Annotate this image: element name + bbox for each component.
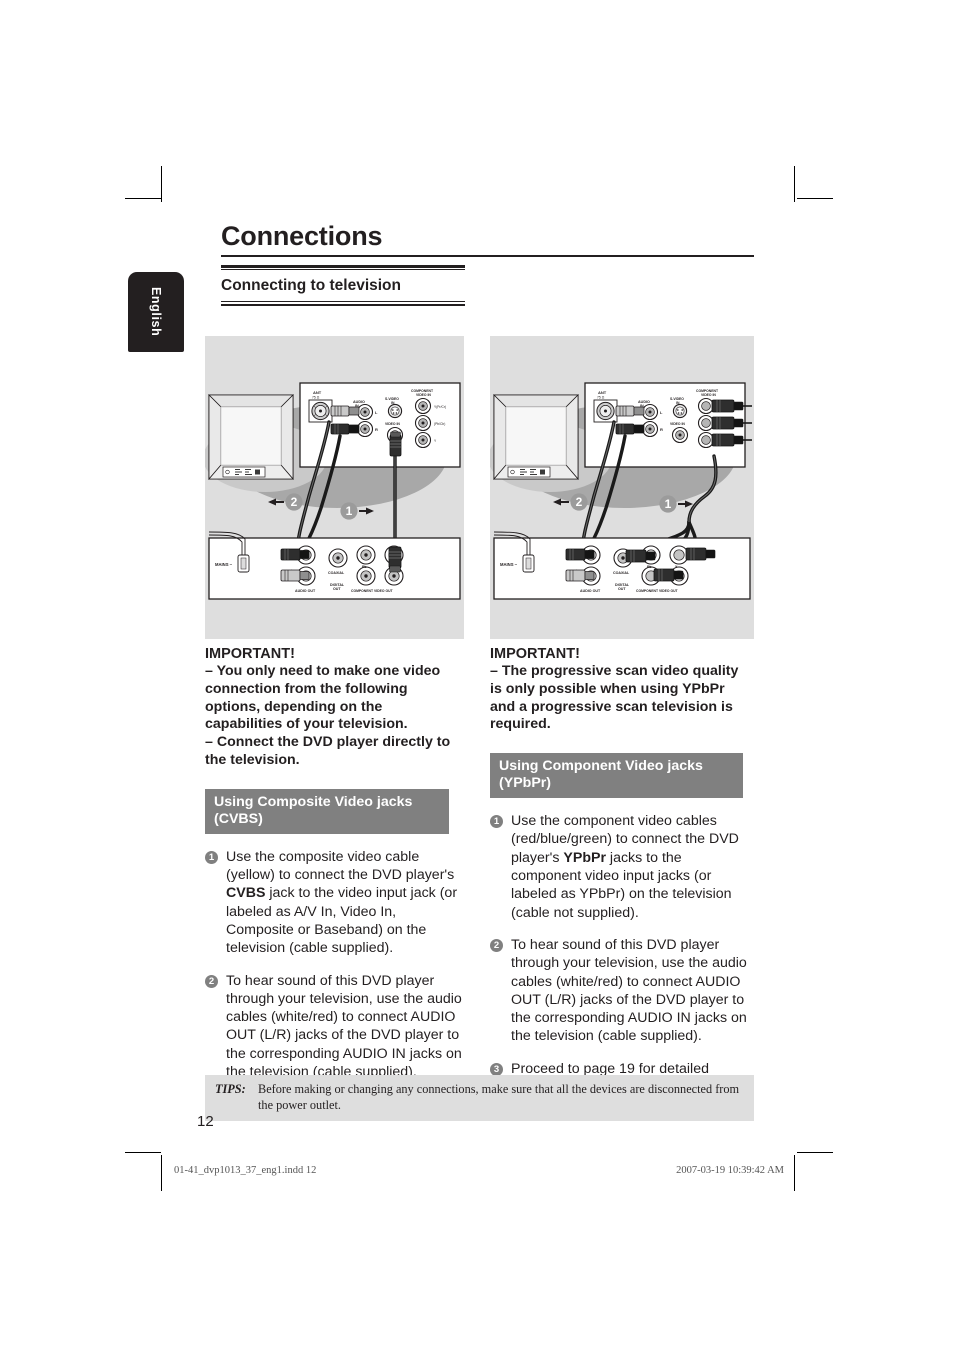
step-text: To hear sound of this DVD player through… bbox=[511, 936, 747, 1045]
section-heading: Connecting to television bbox=[221, 277, 401, 294]
step-item: 2 To hear sound of this DVD player throug… bbox=[490, 936, 748, 1046]
step-text-emphasis: YPbPr bbox=[563, 849, 606, 866]
dvd-player-rear-panel: MAINS ~ AUDIO OUT L COAXIAL DIGITAL OUT … bbox=[493, 531, 751, 600]
svg-text:COAXIAL: COAXIAL bbox=[328, 571, 345, 575]
svg-text:COAXIAL: COAXIAL bbox=[613, 571, 630, 575]
step-number-badge: 2 bbox=[205, 974, 218, 988]
audio-plug-black-player bbox=[280, 548, 310, 561]
svg-text:OUT: OUT bbox=[618, 587, 626, 591]
language-tab: English bbox=[128, 272, 184, 352]
step-item: 1 Use the composite video cable (yellow) … bbox=[205, 848, 463, 958]
crop-mark-top-left-vertical bbox=[161, 166, 162, 202]
audio-plug-black-tv bbox=[330, 423, 360, 435]
footer-filename: 01-41_dvp1013_37_eng1.indd 12 bbox=[174, 1165, 317, 1176]
svg-text:VIDEO IN: VIDEO IN bbox=[670, 422, 685, 426]
step-item: 1 Use the component video cables (red/blu… bbox=[490, 812, 748, 922]
footer-timestamp: 2007-03-19 10:39:42 AM bbox=[676, 1165, 784, 1176]
svg-text:Y(Pr/Cr): Y(Pr/Cr) bbox=[434, 405, 446, 409]
important-body-left: – You only need to make one video connec… bbox=[205, 663, 451, 768]
svg-text:Pb: Pb bbox=[362, 565, 367, 569]
svg-text:ANT: ANT bbox=[598, 390, 607, 395]
video-plug-tv bbox=[389, 431, 402, 457]
crop-mark-bottom-right-horizontal bbox=[797, 1152, 833, 1153]
tips-bar: TIPS: Before making or changing any conn… bbox=[205, 1075, 754, 1121]
svg-text:VIDEO IN: VIDEO IN bbox=[385, 422, 400, 426]
svg-text:ANT: ANT bbox=[313, 390, 322, 395]
step-number-badge: 1 bbox=[205, 850, 218, 864]
dvd-player-rear-panel: MAINS ~ AUDIO OUT L COAXIAL DIGITAL OUT bbox=[208, 531, 461, 600]
component-plug-player-pr bbox=[653, 568, 684, 582]
svg-text:MAINS ~: MAINS ~ bbox=[215, 562, 233, 567]
important-title-left: IMPORTANT! bbox=[205, 646, 295, 662]
title-rule bbox=[221, 255, 754, 257]
section-heading-block: Connecting to television bbox=[221, 265, 465, 306]
tips-label: TIPS: bbox=[215, 1082, 246, 1096]
component-plugs-tv bbox=[711, 399, 744, 447]
subsection-heading-composite: Using Composite Video jacks (CVBS) bbox=[205, 788, 449, 834]
page-title: Connections bbox=[221, 221, 383, 251]
step-text: Use the component video cables (red/blue… bbox=[511, 813, 739, 921]
step-item: 2 To hear sound of this DVD player throug… bbox=[205, 972, 463, 1082]
section-rule-bottom-thick bbox=[221, 303, 465, 306]
svg-text:1: 1 bbox=[346, 504, 353, 518]
tv-rear-panel: ANT 75 Ω AUDIO IN L R S-VIDEO IN VIDEO I… bbox=[299, 382, 461, 468]
television-illustration bbox=[208, 394, 294, 481]
step-text: To hear sound of this DVD player through… bbox=[226, 972, 462, 1081]
important-title-right: IMPORTANT! bbox=[490, 646, 580, 662]
component-plug-player-pb bbox=[625, 549, 656, 563]
svg-text:COMPONENT VIDEO OUT: COMPONENT VIDEO OUT bbox=[636, 589, 679, 593]
svg-text:MAINS ~: MAINS ~ bbox=[500, 562, 518, 567]
component-plug-player-y bbox=[685, 547, 716, 561]
audio-plug-black-player bbox=[565, 548, 595, 561]
svg-text:AUDIO OUT: AUDIO OUT bbox=[580, 589, 601, 593]
svg-text:R: R bbox=[375, 427, 378, 432]
svg-text:Pb: Pb bbox=[647, 565, 652, 569]
audio-plug-white-player bbox=[280, 569, 310, 582]
crop-mark-top-right-horizontal bbox=[797, 198, 833, 199]
steps-list-composite: 1 Use the composite video cable (yellow) … bbox=[205, 848, 463, 1082]
figure-component-video-connection: ANT 75 Ω AUDIO IN L R S-VIDEO IN VIDEO I… bbox=[490, 336, 754, 639]
svg-text:R: R bbox=[660, 427, 663, 432]
svg-text:AUDIO OUT: AUDIO OUT bbox=[295, 589, 316, 593]
svg-text:2: 2 bbox=[291, 495, 298, 509]
crop-mark-top-right-vertical bbox=[794, 166, 795, 202]
svg-text:75 Ω: 75 Ω bbox=[597, 396, 605, 400]
step-number-badge: 1 bbox=[490, 815, 503, 829]
step-number-badge: 2 bbox=[490, 938, 503, 952]
figure-composite-video-connection: ANT 75 Ω AUDIO IN L R S-VIDEO IN VIDEO I… bbox=[205, 336, 464, 639]
svg-text:VIDEO IN: VIDEO IN bbox=[701, 393, 716, 397]
crop-mark-top-left-horizontal bbox=[125, 198, 161, 199]
subsection-heading-component: Using Component Video jacks (YPbPr) bbox=[490, 753, 743, 799]
step-text-emphasis: CVBS bbox=[226, 885, 266, 902]
language-tab-label: English bbox=[149, 287, 163, 337]
steps-list-component: 1 Use the component video cables (red/blu… bbox=[490, 812, 748, 1096]
crop-mark-bottom-left-horizontal bbox=[125, 1152, 161, 1153]
crop-mark-bottom-left-vertical bbox=[161, 1155, 162, 1191]
column-component: IMPORTANT! – The progressive scan video … bbox=[490, 646, 748, 1096]
audio-plug-white-tv bbox=[330, 405, 360, 417]
audio-plug-white-player bbox=[565, 569, 595, 582]
crop-mark-bottom-right-vertical bbox=[794, 1155, 795, 1191]
step-number-badge: 3 bbox=[490, 1062, 503, 1076]
svg-text:75 Ω: 75 Ω bbox=[312, 396, 320, 400]
step-text: Use the composite video cable (yellow) t… bbox=[226, 848, 458, 957]
svg-text:2: 2 bbox=[576, 495, 583, 509]
svg-text:OUT: OUT bbox=[333, 587, 341, 591]
svg-text:(Pb/Cb): (Pb/Cb) bbox=[434, 422, 445, 426]
audio-plug-black-tv bbox=[615, 423, 645, 435]
video-plug-player-cvbs bbox=[388, 546, 402, 573]
svg-text:1: 1 bbox=[665, 497, 672, 511]
audio-plug-white-tv bbox=[615, 405, 645, 417]
tips-text: Before making or changing any connection… bbox=[258, 1082, 740, 1112]
television-illustration bbox=[493, 394, 579, 481]
page-number: 12 bbox=[197, 1113, 214, 1130]
column-composite: IMPORTANT! – You only need to make one v… bbox=[205, 646, 463, 1081]
important-body-right: – The progressive scan video quality is … bbox=[490, 663, 739, 733]
svg-text:VIDEO IN: VIDEO IN bbox=[416, 393, 431, 397]
svg-text:COMPONENT VIDEO OUT: COMPONENT VIDEO OUT bbox=[351, 589, 394, 593]
